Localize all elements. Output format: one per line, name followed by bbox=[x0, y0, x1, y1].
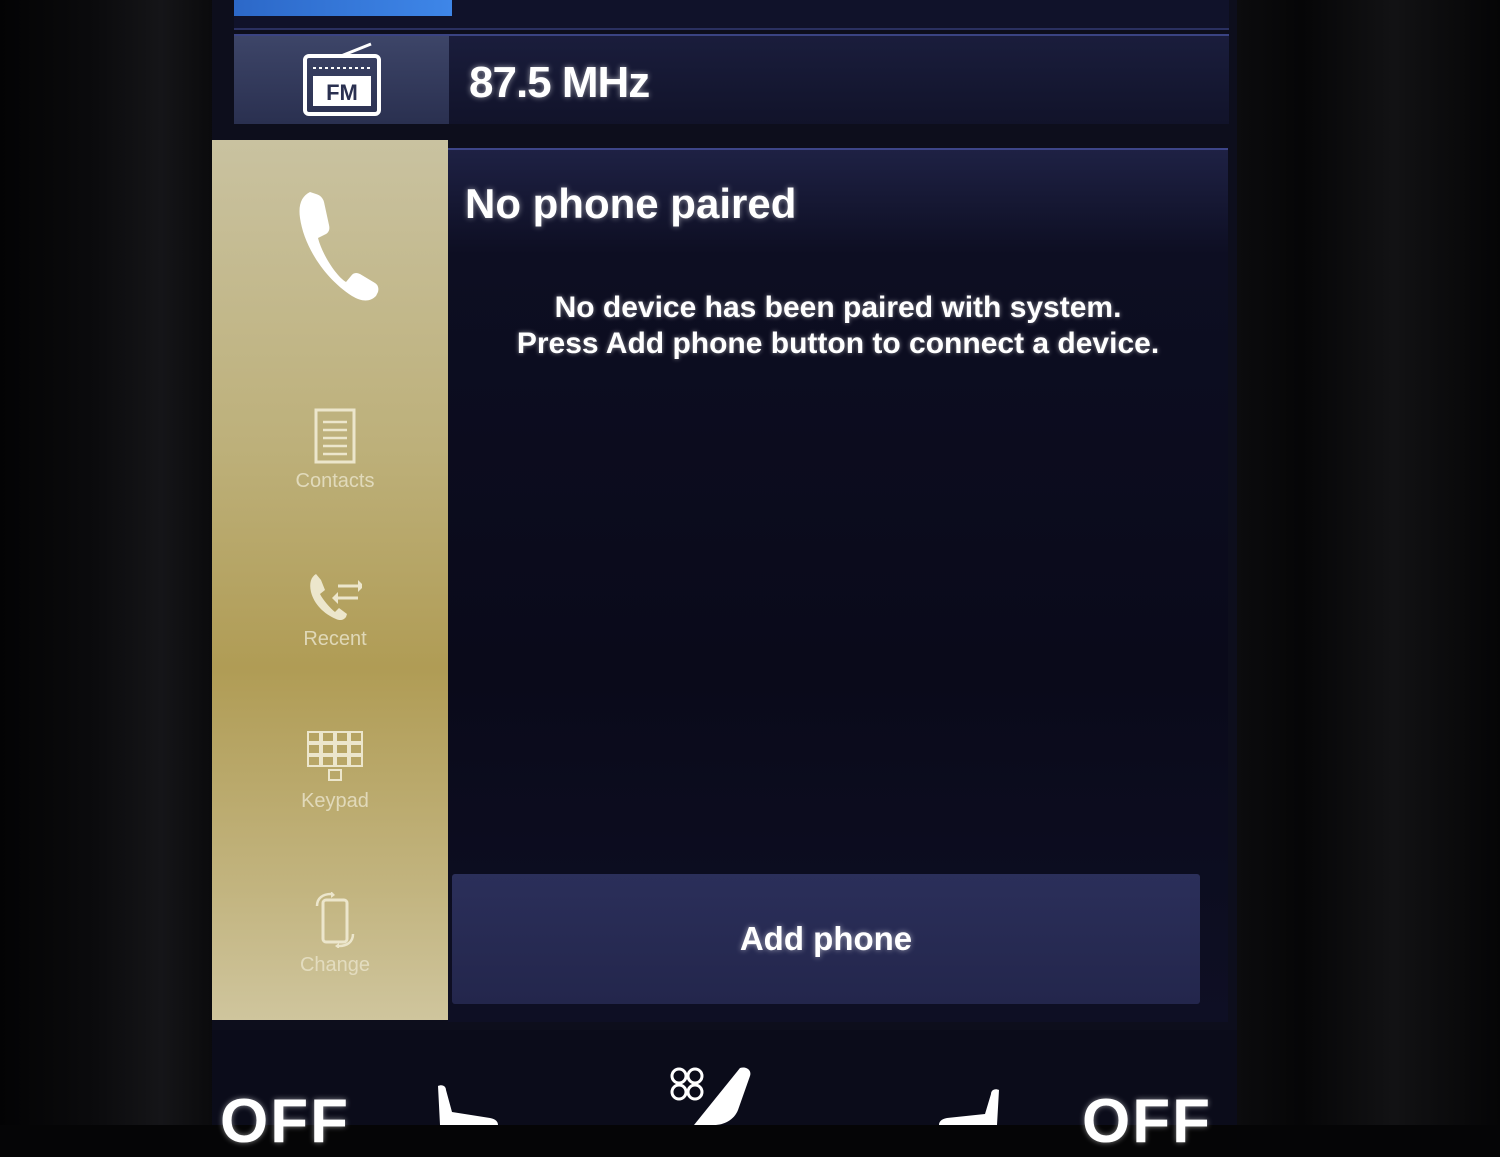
phone-pairing-message: No device has been paired with system. P… bbox=[488, 290, 1188, 362]
top-tile-partial[interactable] bbox=[234, 0, 1229, 30]
add-phone-button[interactable]: Add phone bbox=[452, 874, 1200, 1004]
add-phone-button-label: Add phone bbox=[739, 920, 913, 957]
keypad-icon bbox=[307, 731, 363, 781]
nav-change[interactable]: Change bbox=[270, 892, 400, 992]
phone-message-line-2: Press Add phone button to connect a devi… bbox=[516, 327, 1160, 360]
radio-tile[interactable]: FM 87.5 MHz bbox=[234, 34, 1229, 124]
climate-left-status[interactable]: OFF bbox=[220, 1086, 350, 1157]
change-phone-icon bbox=[315, 892, 355, 948]
phone-side-panel: Contacts Recent Keypad Change bbox=[212, 140, 448, 1020]
seat-heat-center-icon[interactable] bbox=[674, 1066, 764, 1125]
seat-heat-left-icon[interactable] bbox=[430, 1082, 510, 1125]
radio-frequency: 87.5 MHz bbox=[469, 58, 650, 107]
phone-tile: Contacts Recent Keypad Change No phone p… bbox=[212, 140, 1229, 1025]
recent-calls-icon bbox=[310, 574, 362, 621]
seat-heat-right-icon[interactable] bbox=[927, 1088, 1007, 1125]
phone-handset-icon[interactable] bbox=[296, 188, 380, 304]
phone-message-line-1: No device has been paired with system. bbox=[554, 291, 1122, 324]
fm-radio-icon: FM bbox=[302, 42, 381, 116]
nav-keypad[interactable]: Keypad bbox=[270, 730, 400, 830]
contacts-icon bbox=[314, 408, 356, 464]
top-tile-accent bbox=[234, 0, 452, 16]
phone-content-area: No phone paired No device has been paire… bbox=[448, 148, 1228, 1022]
fm-icon-label: FM bbox=[326, 80, 358, 105]
nav-contacts-label: Contacts bbox=[295, 470, 375, 492]
nav-recent[interactable]: Recent bbox=[270, 570, 400, 670]
infotainment-screen: FM 87.5 MHz Contacts Recent Keypad Chang… bbox=[212, 0, 1237, 1156]
phone-status-title: No phone paired bbox=[465, 180, 797, 227]
nav-change-label: Change bbox=[299, 954, 371, 976]
nav-contacts[interactable]: Contacts bbox=[270, 408, 400, 508]
climate-bar: OFF OFF bbox=[212, 1030, 1237, 1156]
nav-keypad-label: Keypad bbox=[301, 790, 369, 812]
screen-bezel-left bbox=[0, 0, 215, 1125]
radio-tile-icon-panel[interactable]: FM bbox=[234, 36, 449, 124]
nav-recent-label: Recent bbox=[303, 628, 367, 650]
climate-right-status[interactable]: OFF bbox=[1082, 1086, 1212, 1157]
screen-bezel-right bbox=[1235, 0, 1500, 1125]
